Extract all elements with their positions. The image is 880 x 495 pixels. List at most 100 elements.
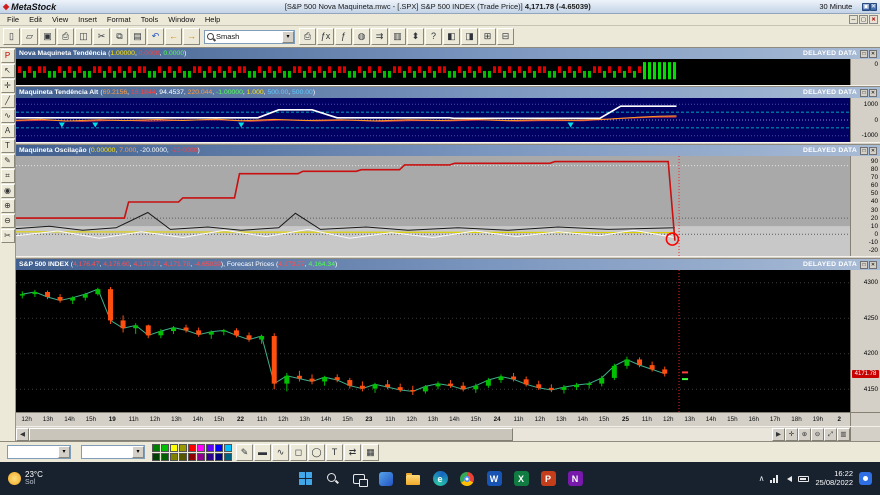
pane4-plot[interactable] xyxy=(16,270,850,412)
palette-color-swatch[interactable] xyxy=(170,453,178,461)
pane4-axis[interactable]: 43004250420041504171.78 xyxy=(850,270,880,412)
taskbar-explorer-icon[interactable] xyxy=(402,467,424,491)
toolbar-explorer-icon[interactable]: ◍ xyxy=(353,28,370,45)
palette-color-swatch[interactable] xyxy=(188,444,196,452)
pane1-plot[interactable] xyxy=(16,59,850,85)
titlebar-button-0[interactable]: ▣ xyxy=(862,3,870,11)
toolbar-back-icon[interactable]: ← xyxy=(165,28,182,45)
taskbar-word-icon[interactable]: W xyxy=(483,467,505,491)
child-win-button-2[interactable]: ✕ xyxy=(869,15,878,24)
toolbar-cut-icon[interactable]: ✂ xyxy=(93,28,110,45)
menu-help[interactable]: Help xyxy=(200,15,225,24)
menu-window[interactable]: Window xyxy=(163,15,200,24)
pane-maximize-icon[interactable]: □ xyxy=(860,89,868,97)
power-console-icon[interactable]: P xyxy=(1,49,15,63)
taskbar-clock[interactable]: 16:22 25/08/2022 xyxy=(815,470,853,487)
palette-color-swatch[interactable] xyxy=(161,444,169,452)
toolbar-indicator-builder-icon[interactable]: ƒx xyxy=(317,28,334,45)
toolbar-undo-icon[interactable]: ↶ xyxy=(147,28,164,45)
menu-format[interactable]: Format xyxy=(102,15,136,24)
palette-color-swatch[interactable] xyxy=(206,444,214,452)
toolbar-formula-icon[interactable]: ƒ xyxy=(335,28,352,45)
toolbar-copy-icon[interactable]: ⧉ xyxy=(111,28,128,45)
pane2-axis[interactable]: 10000-1000 xyxy=(850,98,880,142)
ellipse-tool-icon[interactable]: ◉ xyxy=(1,184,15,198)
toolbar-new-icon[interactable]: ▯ xyxy=(3,28,20,45)
volume-icon[interactable] xyxy=(784,476,792,482)
menu-tools[interactable]: Tools xyxy=(136,15,164,24)
pane2-plot[interactable] xyxy=(16,98,850,142)
pane-maximize-icon[interactable]: □ xyxy=(860,50,868,58)
scroll-right-button[interactable]: ▶ xyxy=(772,428,785,441)
palette-color-swatch[interactable] xyxy=(161,453,169,461)
pane1-header[interactable]: Nova Maquineta Tendência (1.00000, 0.000… xyxy=(16,48,880,59)
style-button-0[interactable]: ✎ xyxy=(236,444,253,461)
line-weight-combo[interactable]: ▾ xyxy=(81,445,145,459)
scroll-left-button[interactable]: ◀ xyxy=(16,428,29,441)
toolbar-print-chart-icon[interactable]: ⎙ xyxy=(299,28,316,45)
pane-close-icon[interactable]: ✕ xyxy=(869,89,877,97)
pane-close-icon[interactable]: ✕ xyxy=(869,50,877,58)
palette-color-swatch[interactable] xyxy=(179,444,187,452)
line-style-combo[interactable]: ▾ xyxy=(7,445,71,459)
toolbar-save-icon[interactable]: ▣ xyxy=(39,28,56,45)
pane-maximize-icon[interactable]: □ xyxy=(860,261,868,269)
palette-color-swatch[interactable] xyxy=(152,444,160,452)
pointer-tool-icon[interactable]: ↖ xyxy=(1,64,15,78)
menu-view[interactable]: View xyxy=(47,15,73,24)
palette-color-swatch[interactable] xyxy=(170,444,178,452)
symbol-search-combo[interactable]: Smash ▾ xyxy=(204,30,295,44)
chart-tool-button-3[interactable]: ⤢ xyxy=(824,428,837,441)
pane3-axis[interactable]: 9080706050403020100-10-20 xyxy=(850,156,880,256)
grid-tool-icon[interactable]: ⌗ xyxy=(1,169,15,183)
child-win-button-1[interactable]: ▢ xyxy=(859,15,868,24)
taskbar-search-icon[interactable] xyxy=(321,467,343,491)
menu-file[interactable]: File xyxy=(2,15,24,24)
style-button-5[interactable]: T xyxy=(326,444,343,461)
zoom-out-tool-icon[interactable]: ⊖ xyxy=(1,214,15,228)
taskbar-widgets-icon[interactable] xyxy=(375,467,397,491)
taskbar-start-icon[interactable] xyxy=(294,467,316,491)
toolbar-help-icon[interactable]: ? xyxy=(425,28,442,45)
style-button-3[interactable]: ◻ xyxy=(290,444,307,461)
pane1-axis[interactable]: 0 xyxy=(850,59,880,85)
palette-color-swatch[interactable] xyxy=(188,453,196,461)
taskbar-chrome-icon[interactable] xyxy=(456,467,478,491)
crosshair-tool-icon[interactable]: ✛ xyxy=(1,79,15,93)
style-button-7[interactable]: ▦ xyxy=(362,444,379,461)
titlebar-button-1[interactable]: ✕ xyxy=(870,3,877,11)
palette-color-swatch[interactable] xyxy=(197,444,205,452)
toolbar-layout-1-icon[interactable]: ◧ xyxy=(443,28,460,45)
curve-tool-icon[interactable]: ∿ xyxy=(1,109,15,123)
taskbar-weather-widget[interactable]: 23°C Sol xyxy=(0,470,51,487)
pane-close-icon[interactable]: ✕ xyxy=(869,147,877,155)
search-combo-value[interactable]: Smash xyxy=(216,32,282,41)
child-win-button-0[interactable]: ─ xyxy=(849,15,858,24)
toolbar-layout-3-icon[interactable]: ⊞ xyxy=(479,28,496,45)
pane-maximize-icon[interactable]: □ xyxy=(860,147,868,155)
taskbar-excel-icon[interactable]: X xyxy=(510,467,532,491)
style-button-6[interactable]: ⇄ xyxy=(344,444,361,461)
toolbar-print-preview-icon[interactable]: ◫ xyxy=(75,28,92,45)
chevron-down-icon[interactable]: ▾ xyxy=(132,446,144,458)
pane3-header[interactable]: Maquineta Oscilação (0.00000, 7.000, -20… xyxy=(16,145,880,156)
toolbar-forward-icon[interactable]: → xyxy=(183,28,200,45)
toolbar-scan-icon[interactable]: ⇉ xyxy=(371,28,388,45)
palette-color-swatch[interactable] xyxy=(152,453,160,461)
palette-color-swatch[interactable] xyxy=(224,453,232,461)
notification-icon[interactable] xyxy=(859,472,872,485)
chart-tool-button-1[interactable]: ⊕ xyxy=(798,428,811,441)
pane4-header[interactable]: S&P 500 INDEX (4,176.47, 4,176.60, 4,170… xyxy=(16,259,880,270)
palette-color-swatch[interactable] xyxy=(215,444,223,452)
menu-insert[interactable]: Insert xyxy=(73,15,102,24)
toolbar-paste-icon[interactable]: ▤ xyxy=(129,28,146,45)
toolbar-chart-style-icon[interactable]: ▥ xyxy=(389,28,406,45)
taskbar-task-view-icon[interactable] xyxy=(348,467,370,491)
taskbar-edge-icon[interactable]: e xyxy=(429,467,451,491)
text-tool-icon[interactable]: A xyxy=(1,124,15,138)
style-button-1[interactable]: ▬ xyxy=(254,444,271,461)
palette-color-swatch[interactable] xyxy=(215,453,223,461)
taskbar-onenote-icon[interactable]: N xyxy=(564,467,586,491)
scrollbar-track[interactable] xyxy=(513,428,772,441)
style-button-4[interactable]: ◯ xyxy=(308,444,325,461)
